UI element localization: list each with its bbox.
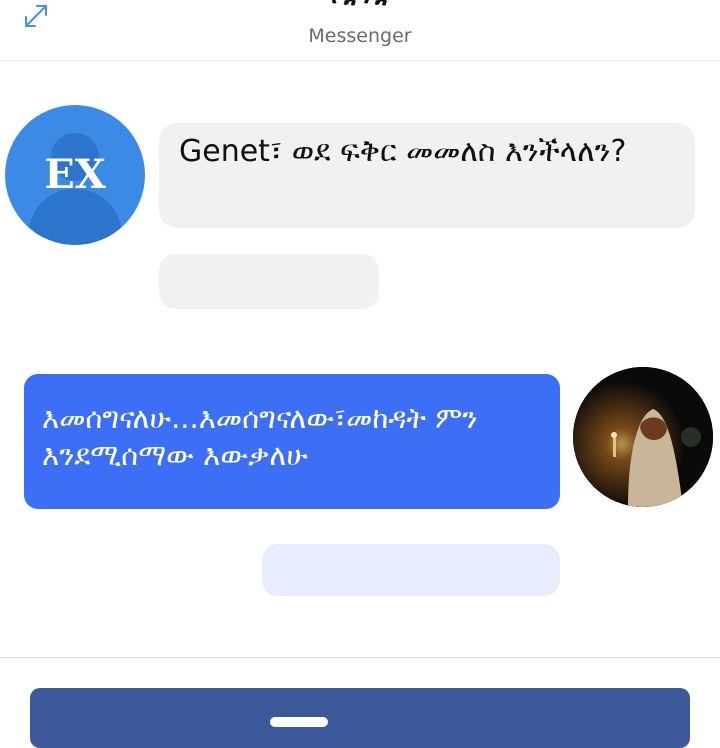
chat-title: የቋንቋ xyxy=(0,0,720,10)
user-avatar-photo[interactable] xyxy=(573,367,713,507)
avatar-initials: EX xyxy=(44,151,106,198)
contact-avatar[interactable]: EX xyxy=(5,105,145,245)
outgoing-message: እመሰግናለሁ...እመሰግናለው፣መከዳት ምን እንደሚሰማው እውቃለሁ xyxy=(24,374,560,509)
outgoing-typing-placeholder xyxy=(262,544,560,596)
incoming-message: Genet፣ ወደ ፍቅር መመለስ እንችላለን? xyxy=(159,123,695,228)
candle-woman-photo xyxy=(573,367,713,507)
button-handle xyxy=(270,717,328,727)
incoming-typing-placeholder xyxy=(159,254,379,309)
chat-subtitle: Messenger xyxy=(308,25,412,47)
action-button[interactable] xyxy=(30,688,690,748)
chat-header: የቋንቋ Messenger xyxy=(0,0,720,61)
divider xyxy=(0,657,720,658)
